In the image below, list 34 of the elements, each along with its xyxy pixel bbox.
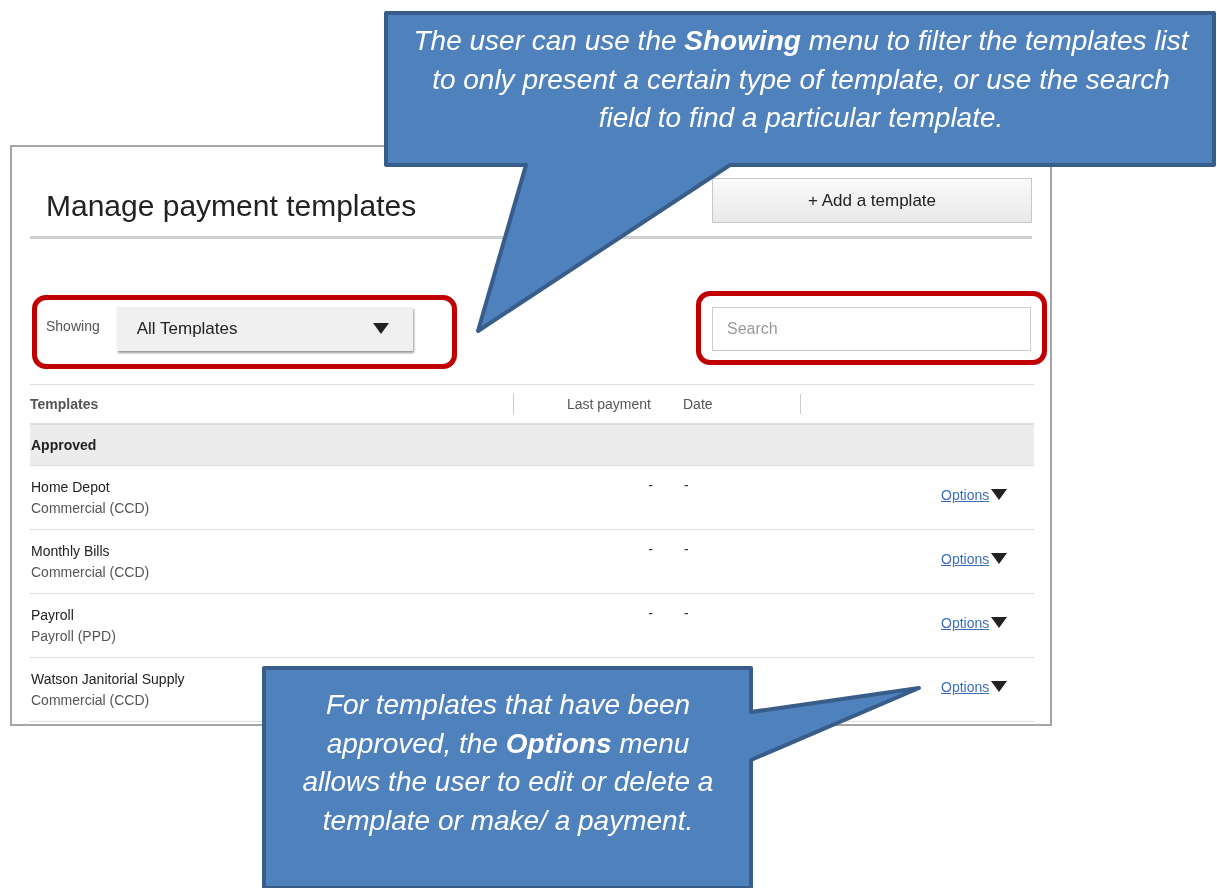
options-link[interactable]: Options <box>941 551 990 567</box>
caret-icon <box>990 617 1009 629</box>
add-template-button[interactable]: + Add a template <box>712 178 1032 223</box>
template-name: Home Depot <box>31 479 110 495</box>
table-cell: - <box>684 477 689 493</box>
table-cell: - <box>648 605 653 621</box>
column-header: Templates <box>30 384 513 424</box>
column-header: Date <box>683 396 713 412</box>
options-link[interactable]: Options <box>941 679 990 695</box>
callout-text: The user can use the Showing menu to filter the templates list to only present a certain type of template, or use the search field to find a particular template. <box>412 24 1191 135</box>
template-type: Commercial (CCD) <box>31 692 150 708</box>
options-link[interactable]: Options <box>941 615 990 631</box>
caret-icon <box>990 553 1009 565</box>
table-cell: - <box>648 477 653 493</box>
template-type: Commercial (CCD) <box>31 500 150 516</box>
callout-text: For templates that have been approved, the Options menu allows the user to edit or delete a template or make/ a payment. <box>301 688 715 838</box>
template-name: Payroll <box>31 607 74 623</box>
table-cell: - <box>684 605 689 621</box>
search-field[interactable]: Search <box>712 306 1031 351</box>
column-header: Last payment <box>566 396 651 412</box>
template-name: Watson Janitorial Supply <box>31 671 185 687</box>
group-header: Approved <box>31 437 97 453</box>
template-type: Commercial (CCD) <box>31 564 150 580</box>
showing-dropdown[interactable]: All Templates <box>116 306 413 351</box>
caret-icon <box>990 489 1009 501</box>
table-cell: - <box>684 541 689 557</box>
template-name: Monthly Bills <box>31 543 110 559</box>
caret-icon <box>990 681 1009 693</box>
caret-icon <box>372 322 389 335</box>
template-type: Payroll (PPD) <box>31 628 116 644</box>
filter-label: Showing <box>46 317 100 334</box>
page-title: Manage payment templates <box>46 189 417 223</box>
table-cell: - <box>648 541 653 557</box>
options-link[interactable]: Options <box>941 487 990 503</box>
